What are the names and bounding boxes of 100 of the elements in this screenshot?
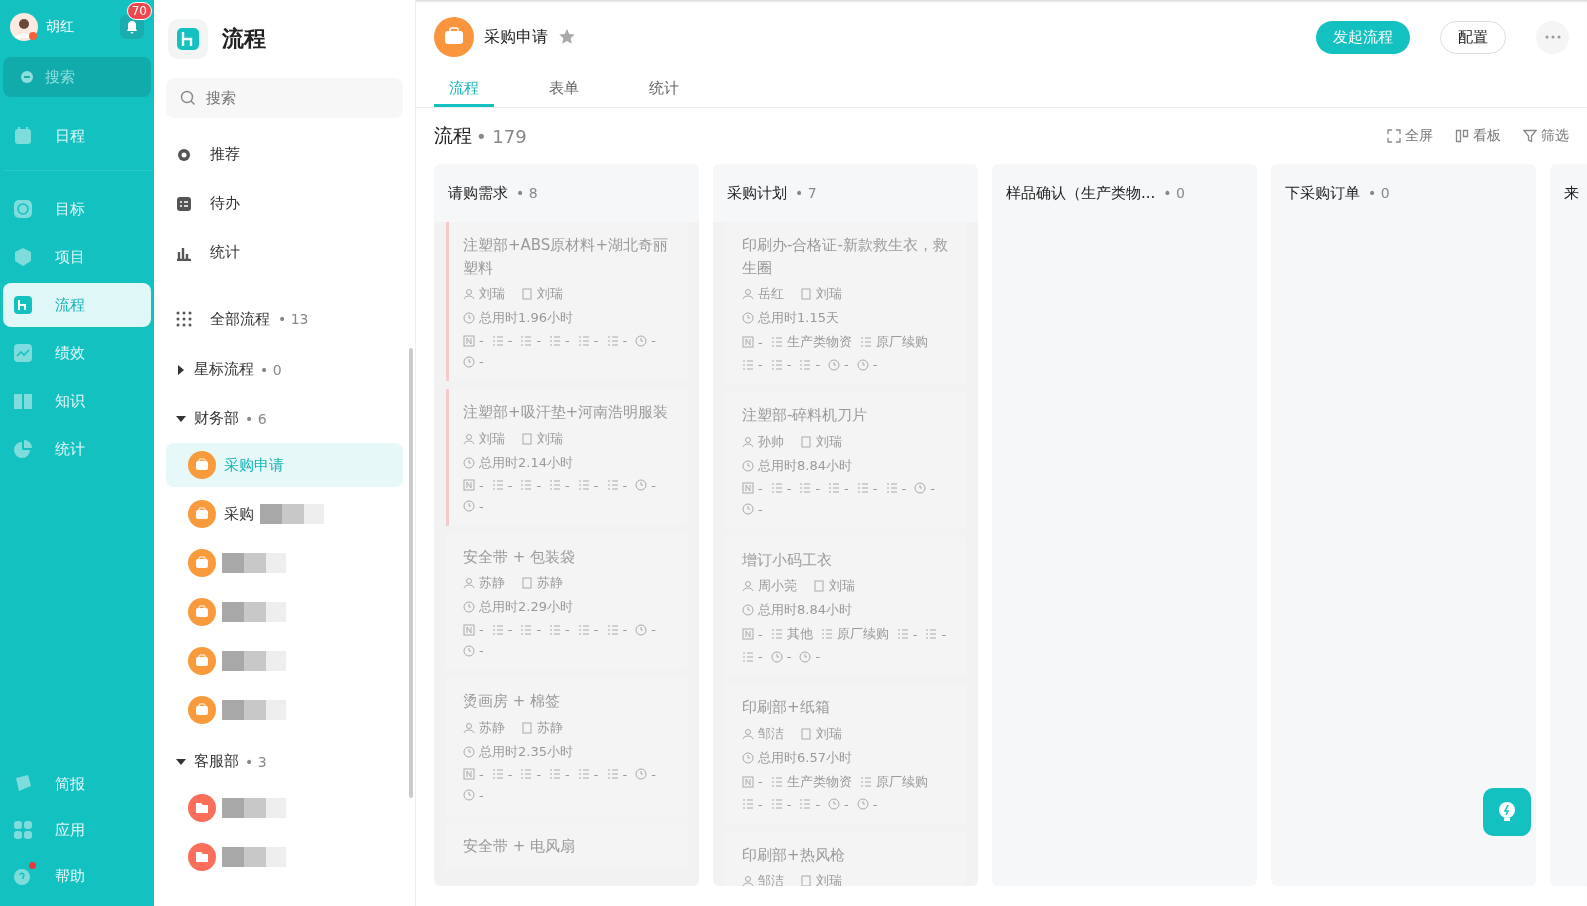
search-button[interactable]: 搜索 <box>3 57 151 97</box>
nav-item[interactable]: 应用 <box>3 808 151 852</box>
action-button[interactable]: 发起流程 <box>1316 20 1410 54</box>
avatar-icon[interactable] <box>10 13 38 41</box>
field-value: - <box>565 766 570 782</box>
field-value: - <box>758 796 763 812</box>
count-label: • 13 <box>278 311 309 327</box>
clock-icon <box>742 604 754 616</box>
scrollbar[interactable] <box>409 348 413 798</box>
menu-item[interactable]: 推荐 <box>166 130 403 179</box>
column-title: 采购计划 <box>727 183 787 203</box>
process-item[interactable]: 采购申请 <box>166 443 403 487</box>
document-icon <box>521 721 533 734</box>
number-field-icon <box>742 775 754 788</box>
person-icon <box>742 727 754 740</box>
process-item[interactable]: 采购 <box>166 492 403 536</box>
field-value: - <box>565 477 570 493</box>
clock-icon <box>742 312 754 324</box>
nav-item[interactable]: 日程 <box>3 114 151 158</box>
field-value: - <box>758 501 763 517</box>
group-header[interactable]: 财务部 • 6 <box>166 394 403 443</box>
list-icon <box>859 775 872 788</box>
list-icon <box>799 798 812 810</box>
count-label: • 3 <box>245 753 267 770</box>
menu-label: 待办 <box>210 194 240 213</box>
document-icon <box>521 432 533 445</box>
toolbar-button[interactable]: 全屏 <box>1387 127 1433 145</box>
field-value: - <box>815 480 821 496</box>
toolbar-button[interactable]: 看板 <box>1455 127 1501 145</box>
field-value: - <box>815 649 821 664</box>
list-icon <box>770 628 783 640</box>
briefcase-icon <box>188 647 216 675</box>
tab[interactable]: 统计 <box>634 79 694 107</box>
search-field[interactable]: 搜索 <box>166 78 403 118</box>
list-icon <box>770 798 783 810</box>
nav-item[interactable]: 统计 <box>3 427 151 471</box>
nav-item[interactable]: 简报 <box>3 762 151 806</box>
list-icon <box>820 628 833 640</box>
duration-text: 总用时1.96小时 <box>479 309 573 327</box>
nav-item[interactable]: 知识 <box>3 379 151 423</box>
calendar-icon <box>13 126 33 146</box>
nav-item[interactable]: 帮助 <box>3 854 151 898</box>
toolbar-button[interactable]: 筛选 <box>1523 127 1569 145</box>
field-value: - <box>565 622 570 637</box>
menu-item[interactable]: 统计 <box>166 228 403 277</box>
clock-icon <box>770 650 783 663</box>
field-value: - <box>930 480 935 496</box>
nav-label: 绩效 <box>55 343 85 363</box>
list-icon <box>549 768 562 780</box>
duration-text: 总用时2.35小时 <box>479 742 573 761</box>
nav-item[interactable]: 流程 <box>3 283 151 327</box>
book-icon <box>13 391 33 411</box>
field-value: - <box>912 626 918 642</box>
field-value: - <box>507 766 513 782</box>
applicant-name: 周小莞 <box>758 577 797 595</box>
action-button[interactable]: 配置 <box>1440 20 1506 54</box>
column-title: 下采购订单 <box>1285 183 1360 203</box>
group-header[interactable]: 客服部 • 3 <box>166 737 403 786</box>
document-icon <box>800 875 812 886</box>
bell-icon <box>125 20 139 34</box>
handler-name: 刘瑞 <box>816 432 842 451</box>
count-label: • 0 <box>1368 185 1390 201</box>
target-icon <box>13 199 33 219</box>
group-header[interactable]: 星标流程 • 0 <box>166 345 403 394</box>
number-field-icon <box>463 334 475 347</box>
field-value: 原厂续购 <box>875 772 928 791</box>
lightbulb-button[interactable] <box>1483 788 1531 836</box>
nav-label: 流程 <box>55 295 85 315</box>
field-value: - <box>479 766 484 782</box>
list-icon <box>896 628 909 640</box>
person-icon <box>742 288 754 300</box>
folder-icon <box>188 843 216 871</box>
clock-icon <box>463 500 475 512</box>
nav-item[interactable]: 绩效 <box>3 331 151 375</box>
grid-icon <box>176 311 192 327</box>
list-icon <box>770 336 783 348</box>
field-value: - <box>593 333 599 348</box>
menu-item[interactable]: 待办 <box>166 179 403 228</box>
tab[interactable]: 表单 <box>534 79 594 107</box>
clock-icon <box>856 798 869 810</box>
list-icon <box>577 623 590 636</box>
field-value: - <box>622 333 628 348</box>
field-value: 原厂续购 <box>875 333 928 351</box>
star-icon[interactable] <box>558 28 576 46</box>
tab[interactable]: 流程 <box>434 79 494 107</box>
nav-item[interactable]: 项目 <box>3 235 151 279</box>
gear-icon <box>176 146 192 163</box>
briefcase-icon <box>188 451 216 479</box>
person-icon <box>742 875 754 886</box>
nav-label: 日程 <box>55 126 85 146</box>
list-icon <box>520 479 533 491</box>
list-icon <box>491 623 504 636</box>
list-icon <box>859 336 872 348</box>
menu-item[interactable]: 全部流程 • 13 <box>166 293 403 345</box>
applicant-name: 邹洁 <box>758 872 784 886</box>
list-icon <box>799 358 812 371</box>
more-button[interactable] <box>1536 20 1569 54</box>
duration-text: 总用时2.14小时 <box>479 453 573 472</box>
nav-item[interactable]: 目标 <box>3 187 151 231</box>
field-value: - <box>536 766 542 782</box>
